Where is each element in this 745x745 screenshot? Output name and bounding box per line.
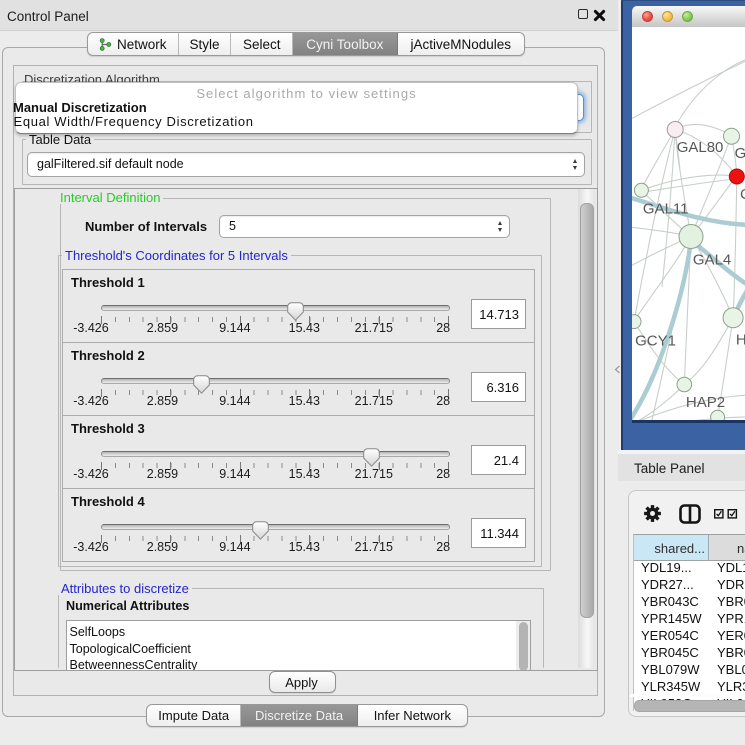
svg-text:HAP2: HAP2 [686, 394, 725, 411]
svg-text:H: H [736, 331, 745, 348]
svg-text:GAL80: GAL80 [677, 139, 724, 156]
svg-text:GCY1: GCY1 [635, 333, 676, 350]
svg-text:GAL4: GAL4 [693, 251, 731, 268]
svg-text:GA: GA [735, 145, 745, 162]
svg-text:C: C [740, 186, 745, 203]
svg-text:GAL11: GAL11 [643, 201, 689, 218]
